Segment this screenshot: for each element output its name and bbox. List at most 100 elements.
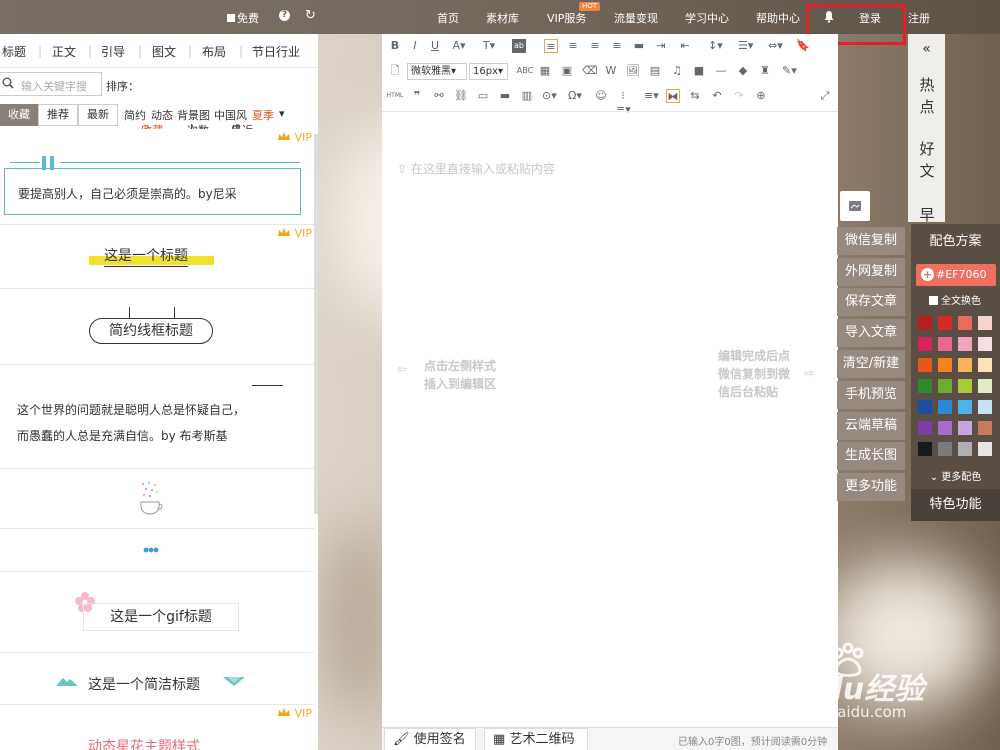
align-left-icon[interactable]: ≡ bbox=[544, 39, 558, 53]
fullscreen-icon[interactable]: ⤢ bbox=[818, 89, 832, 103]
link-icon[interactable]: ⚯ bbox=[432, 89, 446, 103]
color-swatch[interactable] bbox=[918, 421, 932, 435]
category-guide[interactable]: 引导 bbox=[101, 43, 125, 60]
unordered-list-icon[interactable]: ≡▾ bbox=[644, 89, 659, 103]
style-item-partial[interactable]: VIP 动态星花主题样式 bbox=[0, 705, 314, 750]
bookmark-icon[interactable]: 🔖 bbox=[796, 39, 810, 53]
color-swatch[interactable] bbox=[938, 421, 952, 435]
sidebar-tab-good-article[interactable]: 好文 bbox=[916, 132, 938, 192]
category-festival[interactable]: 节日行业 bbox=[252, 43, 300, 60]
html-source-icon[interactable]: HTML bbox=[386, 89, 404, 103]
insert-image-icon[interactable]: 🖼 bbox=[626, 64, 640, 78]
more-colors-link[interactable]: ⌄ 更多配色 bbox=[911, 468, 1000, 483]
undo-icon[interactable]: ↶ bbox=[710, 89, 724, 103]
color-swatch[interactable] bbox=[958, 316, 972, 330]
layout-icon[interactable]: ▥ bbox=[520, 89, 534, 103]
card-icon[interactable]: ▬ bbox=[498, 89, 512, 103]
tag-background[interactable]: 背景图 bbox=[177, 107, 210, 123]
template-icon[interactable]: ▭ bbox=[476, 89, 490, 103]
outdent-icon[interactable]: ⇤ bbox=[678, 39, 692, 53]
signature-button[interactable]: 🖌 使用签名 bbox=[384, 728, 476, 750]
style-item-quote2[interactable]: 这个世界的问题就是聪明人总是怀疑自己， 而愚蠢的人总是充满自信。by 布考斯基 bbox=[0, 365, 314, 469]
bold-icon[interactable]: B bbox=[388, 39, 402, 53]
special-features-button[interactable]: 特色功能 bbox=[911, 489, 1000, 521]
refresh-icon[interactable]: ↻ bbox=[305, 8, 316, 23]
tag-simple[interactable]: 简约 bbox=[124, 107, 146, 123]
more-functions-button[interactable]: 更多功能 bbox=[837, 473, 905, 501]
align-center-icon[interactable]: ≡ bbox=[566, 39, 580, 53]
color-swatch[interactable] bbox=[918, 442, 932, 456]
help-icon[interactable]: ? bbox=[279, 10, 290, 21]
color-swatch[interactable] bbox=[938, 442, 952, 456]
color-swatch[interactable] bbox=[938, 358, 952, 372]
tab-latest[interactable]: 最新 bbox=[78, 104, 118, 126]
nav-home[interactable]: 首页 bbox=[437, 10, 459, 26]
color-swatch[interactable] bbox=[978, 379, 992, 393]
art-qrcode-button[interactable]: ▦ 艺术二维码 bbox=[484, 728, 588, 750]
color-swatch[interactable] bbox=[978, 358, 992, 372]
paragraph-spacing-icon[interactable]: ☰▾ bbox=[738, 39, 753, 53]
align-right-icon[interactable]: ≡ bbox=[588, 39, 602, 53]
music-icon[interactable]: ♫ bbox=[670, 64, 684, 78]
horizontal-rule-icon[interactable]: — bbox=[714, 64, 728, 78]
table-icon[interactable]: ▦ bbox=[538, 64, 552, 78]
indent-icon[interactable]: ⇥ bbox=[654, 39, 668, 53]
color-swatch[interactable] bbox=[958, 379, 972, 393]
cloud-draft-button[interactable]: 云端草稿 bbox=[837, 412, 905, 440]
ordered-list-icon[interactable]: ⁝≡▾ bbox=[616, 89, 631, 116]
color-swatch[interactable] bbox=[958, 421, 972, 435]
new-doc-icon[interactable]: 🗋 bbox=[388, 64, 402, 78]
wechat-copy-button[interactable]: 微信复制 bbox=[837, 227, 905, 255]
color-swatch[interactable] bbox=[918, 358, 932, 372]
color-swatch[interactable] bbox=[958, 337, 972, 351]
magic-wand-icon[interactable]: ✎▾ bbox=[782, 64, 797, 78]
font-color-icon[interactable]: A▾ bbox=[452, 39, 466, 53]
mobile-preview-button[interactable]: 手机预览 bbox=[837, 381, 905, 409]
rotate-icon[interactable]: ⇆ bbox=[688, 89, 702, 103]
tag-dynamic[interactable]: 动态 bbox=[151, 107, 173, 123]
mini-preview-button[interactable] bbox=[840, 191, 870, 221]
special-char-icon[interactable]: Ω▾ bbox=[568, 89, 582, 103]
style-item-coffee[interactable] bbox=[0, 469, 314, 529]
category-image-text[interactable]: 图文 bbox=[152, 43, 176, 60]
format-painter-icon[interactable]: ♜ bbox=[758, 64, 772, 78]
nav-help[interactable]: 帮助中心 bbox=[756, 10, 800, 26]
external-copy-button[interactable]: 外网复制 bbox=[837, 258, 905, 286]
spellcheck-icon[interactable]: ABC bbox=[514, 64, 536, 78]
gallery-icon[interactable]: ▤ bbox=[648, 64, 662, 78]
tag-more[interactable]: 更多▾ bbox=[279, 107, 301, 195]
color-swatch[interactable] bbox=[978, 421, 992, 435]
style-item-frame-title[interactable]: 简约线框标题 bbox=[0, 289, 314, 365]
letter-spacing-icon[interactable]: ⇔▾ bbox=[768, 39, 783, 53]
clear-new-button[interactable]: 清空/新建 bbox=[837, 350, 905, 378]
quote-icon[interactable]: ❞ bbox=[410, 89, 424, 103]
map-icon[interactable]: ⊙▾ bbox=[542, 89, 557, 103]
unlink-icon[interactable]: ⛓ bbox=[454, 89, 468, 103]
color-swatch[interactable] bbox=[958, 400, 972, 414]
background-color-icon[interactable]: ab bbox=[512, 39, 526, 53]
sidebar-tab-hot[interactable]: 热点 bbox=[916, 68, 938, 128]
line-height-icon[interactable]: ↕▾ bbox=[708, 39, 723, 53]
sidebar-tab-morning[interactable]: 早 bbox=[916, 204, 938, 224]
color-swatch[interactable] bbox=[918, 400, 932, 414]
color-swatch[interactable] bbox=[938, 337, 952, 351]
italic-icon[interactable]: I bbox=[408, 39, 422, 53]
save-article-button[interactable]: 保存文章 bbox=[837, 288, 905, 316]
color-swatch[interactable] bbox=[978, 400, 992, 414]
tag-chinese[interactable]: 中国风 bbox=[214, 107, 247, 123]
style-item-quote[interactable]: VIP 要提高别人，自己必须是崇高的。by尼采 bbox=[0, 129, 314, 225]
clear-format-icon[interactable]: ⌫ bbox=[582, 64, 598, 78]
current-color-button[interactable]: + #EF7060 bbox=[916, 264, 996, 286]
tab-recommended[interactable]: 推荐 bbox=[38, 104, 78, 126]
category-title[interactable]: 标题 bbox=[2, 43, 26, 60]
import-article-button[interactable]: 导入文章 bbox=[837, 319, 905, 347]
eraser-icon[interactable]: ◆ bbox=[736, 64, 750, 78]
free-link[interactable]: 免费 bbox=[227, 10, 259, 26]
image-icon[interactable]: ▣ bbox=[560, 64, 574, 78]
text-style-icon[interactable]: T▾ bbox=[482, 39, 496, 53]
align-justify-icon[interactable]: ≡ bbox=[610, 39, 624, 53]
collapse-icon[interactable]: « bbox=[908, 34, 945, 64]
all-text-recolor-checkbox[interactable]: 全文换色 bbox=[929, 292, 981, 307]
align-middle-icon[interactable]: ▬ bbox=[632, 39, 646, 53]
font-family-select[interactable]: 微软雅黑▾ bbox=[407, 63, 467, 80]
